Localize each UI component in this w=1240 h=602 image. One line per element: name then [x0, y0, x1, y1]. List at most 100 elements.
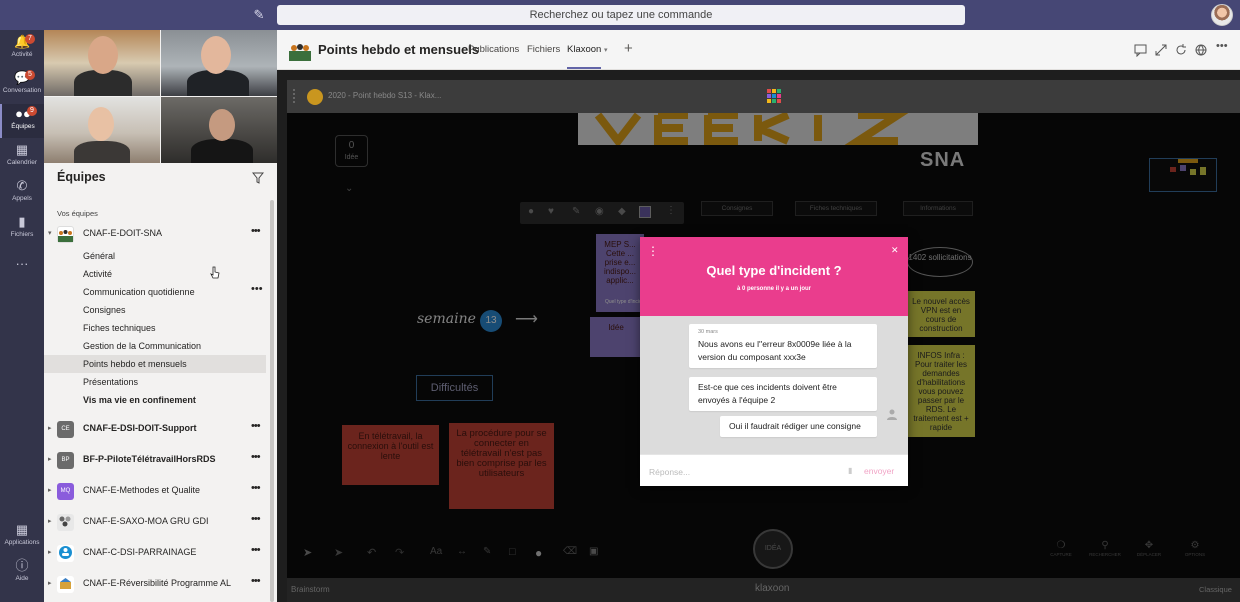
rail-item-activite[interactable]: 🔔 Activité 7 [0, 32, 44, 66]
more-options-icon[interactable]: ••• [251, 513, 261, 525]
room-title: 2020 - Point hebdo S13 - Klax... [328, 91, 442, 100]
rail-label: Aide [15, 575, 29, 582]
rail-label: Équipes [11, 123, 35, 130]
compose-icon[interactable]: ✎ [252, 8, 266, 22]
team-logo: MQ [57, 483, 74, 500]
rail-item-applications[interactable]: ▦ Applications [0, 520, 44, 554]
rail-item-equipes[interactable]: ●● Équipes 9 [0, 104, 44, 138]
video-tile[interactable] [161, 97, 277, 163]
video-tile[interactable] [44, 97, 160, 163]
send-button[interactable]: envoyer [864, 466, 894, 476]
more-options-icon[interactable]: ••• [251, 544, 261, 556]
channel-communication[interactable]: Communication quotidienne ••• [44, 283, 266, 301]
team-name: CNAF-E-DOIT-SNA [83, 228, 163, 238]
more-options-icon[interactable]: ••• [251, 575, 261, 587]
conversation-icon[interactable] [1134, 43, 1148, 57]
channel-gestion[interactable]: Gestion de la Communication [44, 337, 266, 355]
channel-points-hebdo[interactable]: Points hebdo et mensuels [44, 355, 266, 373]
more-options-icon[interactable]: ••• [251, 482, 261, 494]
attachment-icon[interactable]: ▮ [848, 466, 852, 475]
filter-icon[interactable] [252, 172, 264, 184]
team-row[interactable]: ▸ CNAF-E-SAXO-MOA GRU GDI ••• [44, 511, 266, 533]
drag-handle[interactable] [293, 89, 297, 103]
user-avatar[interactable] [1211, 4, 1233, 26]
search-input[interactable]: Recherchez ou tapez une commande [277, 5, 965, 25]
dialog-header: ⋮ ✕ Quel type d'incident ? à 0 personne … [640, 237, 908, 316]
team-name: CNAF-E-Réversibilité Programme AL [83, 578, 232, 588]
channel-header: Points hebdo et mensuels Publications Fi… [277, 30, 1240, 70]
channel-fiches[interactable]: Fiches techniques [44, 319, 266, 337]
message-list[interactable]: 30 mars Nous avons eu l''erreur 8x0009e … [640, 316, 908, 454]
tab-fichiers[interactable]: Fichiers [527, 44, 560, 55]
team-row[interactable]: ▸ MQ CNAF-E-Methodes et Qualite ••• [44, 480, 266, 502]
rail-label: Applications [4, 539, 40, 546]
channel-general[interactable]: Général [44, 247, 266, 265]
rail-item-calendrier[interactable]: ▦ Calendrier [0, 140, 44, 174]
reply-input[interactable] [649, 465, 839, 479]
team-name: CNAF-E-DSI-DOIT-Support [83, 423, 197, 433]
teams-panel: Équipes Vos équipes ▾ CNAF-E-DOIT-SNA ••… [44, 30, 277, 602]
refresh-icon[interactable] [1174, 43, 1188, 57]
channel-activite[interactable]: Activité [44, 265, 266, 283]
chevron-right-icon[interactable]: ▸ [48, 548, 52, 556]
team-globe-logo-icon [59, 546, 72, 559]
view-mode[interactable]: Classique [1199, 585, 1232, 594]
more-options-icon[interactable]: ••• [251, 451, 261, 463]
channel-presentations[interactable]: Présentations [44, 373, 266, 391]
chevron-right-icon[interactable]: ▸ [48, 517, 52, 525]
video-tile[interactable] [161, 30, 277, 96]
more-options-icon[interactable]: ••• [251, 283, 263, 295]
team-row[interactable]: ▸ CNAF-E-Réversibilité Programme AL ••• [44, 573, 266, 595]
chevron-right-icon[interactable]: ▸ [48, 486, 52, 494]
calendar-icon: ▦ [15, 142, 29, 157]
rail-label: Appels [12, 195, 32, 202]
channel-label: Consignes [83, 305, 126, 315]
rail-item-more[interactable]: ··· [0, 254, 44, 288]
chevron-right-icon[interactable]: ▸ [48, 424, 52, 432]
chevron-right-icon[interactable]: ▸ [48, 455, 52, 463]
incident-dialog: ⋮ ✕ Quel type d'incident ? à 0 personne … [640, 237, 908, 486]
more-options-icon[interactable]: ••• [251, 420, 261, 432]
tab-klaxoon[interactable]: Klaxoon ▾ [567, 44, 608, 55]
room-icon [307, 89, 323, 105]
team-people-logo-icon [58, 230, 73, 242]
close-icon[interactable]: ✕ [891, 245, 899, 256]
app-rail: 🔔 Activité 7 💬 Conversation 5 ●● Équipes… [0, 30, 44, 602]
chevron-down-icon[interactable]: ▾ [48, 229, 52, 237]
message-text: Oui il faudrait rédiger une consigne [729, 421, 861, 431]
add-tab-icon[interactable]: + [624, 40, 633, 57]
team-row[interactable]: ▾ CNAF-E-DOIT-SNA ••• [44, 223, 266, 245]
video-tile[interactable] [44, 30, 160, 96]
expand-icon[interactable] [1154, 43, 1168, 57]
rail-label: Calendrier [7, 159, 37, 166]
klaxoon-brand: klaxoon [755, 583, 790, 594]
tab-publications[interactable]: Publications [468, 44, 519, 55]
page-title: Équipes [57, 170, 106, 184]
chevron-right-icon[interactable]: ▸ [48, 579, 52, 587]
rail-item-appels[interactable]: ✆ Appels [0, 176, 44, 210]
klaxoon-logo-icon [767, 89, 781, 103]
help-icon: ⓘ [15, 558, 29, 573]
rail-item-conversation[interactable]: 💬 Conversation 5 [0, 68, 44, 102]
scrollbar[interactable] [270, 200, 274, 602]
board-mode: Brainstorm [291, 585, 330, 594]
channel-label: Présentations [83, 377, 139, 387]
message-date: 30 mars [698, 329, 718, 335]
kebab-menu-icon[interactable]: ⋮ [647, 245, 659, 257]
team-logo: BP [57, 452, 74, 469]
chevron-down-icon: ▾ [603, 47, 608, 54]
channel-vis-ma-vie[interactable]: Vis ma vie en confinement [44, 391, 266, 409]
team-row[interactable]: ▸ CNAF-C-DSI-PARRAINAGE ••• [44, 542, 266, 564]
team-row[interactable]: ▸ CE CNAF-E-DSI-DOIT-Support ••• [44, 418, 266, 440]
rail-item-aide[interactable]: ⓘ Aide [0, 556, 44, 590]
more-options-icon[interactable]: ••• [1216, 40, 1230, 54]
team-logo [57, 226, 74, 243]
globe-icon[interactable] [1194, 43, 1208, 57]
channel-label: Activité [83, 269, 113, 279]
team-logo: CE [57, 421, 74, 438]
more-options-icon[interactable]: ••• [251, 225, 261, 237]
teams-window: ✎ Recherchez ou tapez une commande 🔔 Act… [0, 0, 1240, 602]
rail-item-fichiers[interactable]: ▮ Fichiers [0, 212, 44, 246]
team-row[interactable]: ▸ BP BF-P-PiloteTélétravailHorsRDS ••• [44, 449, 266, 471]
channel-consignes[interactable]: Consignes [44, 301, 266, 319]
